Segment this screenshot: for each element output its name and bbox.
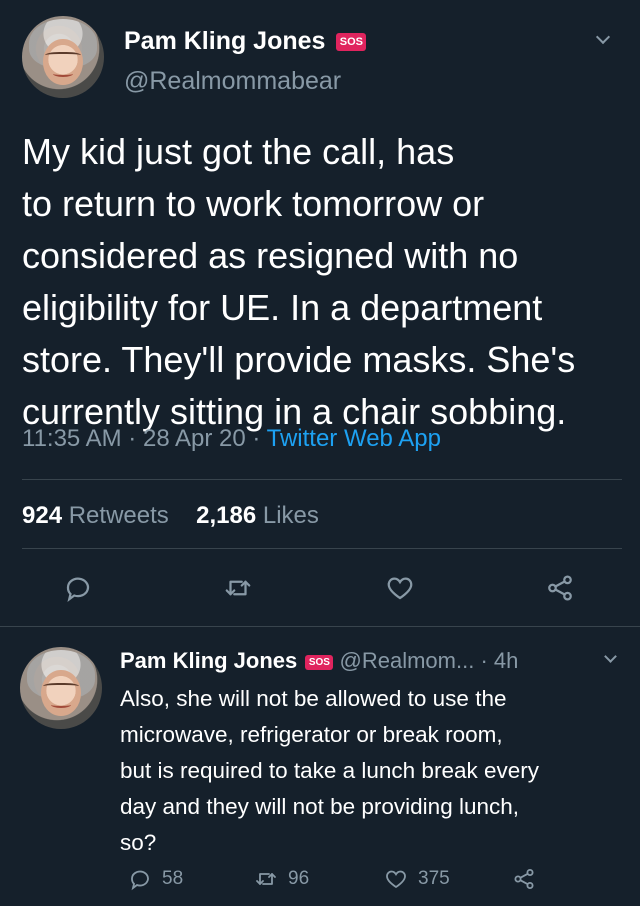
reply-icon: [131, 870, 149, 891]
tweet-text: My kid just got the call, has to return …: [22, 131, 576, 432]
retweet-icon: [225, 580, 251, 596]
share-icon: [514, 869, 534, 889]
like-icon: [386, 870, 406, 889]
retweet-button[interactable]: [218, 568, 258, 608]
display-name[interactable]: Pam Kling Jones: [124, 27, 325, 55]
tweet-meta: 11:35 AM · 28 Apr 20 · Twitter Web App: [22, 425, 441, 452]
tweet-source[interactable]: Twitter Web App: [267, 425, 441, 452]
tweet-age[interactable]: 4h: [494, 648, 518, 673]
divider: [22, 548, 622, 549]
display-name[interactable]: Pam Kling Jones: [120, 648, 297, 673]
sos-badge: SOS: [336, 33, 367, 52]
main-tweet: Pam Kling Jones SOS @Realmommabear My ki…: [0, 0, 640, 626]
author-handle[interactable]: @Realmommabear: [124, 67, 341, 96]
retweet-icon: [256, 873, 276, 885]
reply-icon: [66, 577, 90, 603]
retweet-count: 96: [288, 868, 310, 889]
chevron-down-icon[interactable]: [604, 650, 617, 663]
engagement-stats: 924 Retweets 2,186 Likes: [22, 502, 319, 530]
reply-button[interactable]: 58: [128, 867, 183, 891]
avatar[interactable]: [20, 647, 102, 729]
author-handle[interactable]: @Realmom...: [340, 648, 475, 673]
reply-button[interactable]: [58, 568, 98, 608]
likes-stat[interactable]: 2,186 Likes: [196, 502, 319, 529]
reply-count: 58: [162, 868, 184, 889]
chevron-down-icon[interactable]: [595, 29, 611, 45]
retweet-button[interactable]: 96: [254, 867, 309, 891]
like-count: 375: [418, 868, 450, 889]
author-line: Pam Kling Jones SOS: [124, 27, 367, 56]
avatar[interactable]: [22, 16, 104, 98]
like-button[interactable]: [380, 568, 420, 608]
tweet-date[interactable]: 28 Apr 20: [143, 425, 246, 452]
reply-text: Also, she will not be allowed to use the…: [120, 686, 539, 855]
reply-author-line: Pam Kling Jones SOS @Realmom... · 4h: [120, 648, 519, 673]
sos-badge: SOS: [305, 654, 334, 670]
like-button[interactable]: 375: [384, 867, 450, 891]
divider: [22, 479, 622, 480]
like-icon: [387, 577, 413, 600]
share-button[interactable]: [540, 568, 580, 608]
share-button[interactable]: [512, 867, 536, 891]
tweet-time[interactable]: 11:35 AM: [22, 425, 122, 452]
reply-tweet[interactable]: Pam Kling Jones SOS @Realmom... · 4h Als…: [0, 626, 640, 906]
share-icon: [548, 575, 572, 601]
reply-action-bar: 58 96 375: [0, 867, 640, 903]
retweets-stat[interactable]: 924 Retweets: [22, 502, 169, 529]
